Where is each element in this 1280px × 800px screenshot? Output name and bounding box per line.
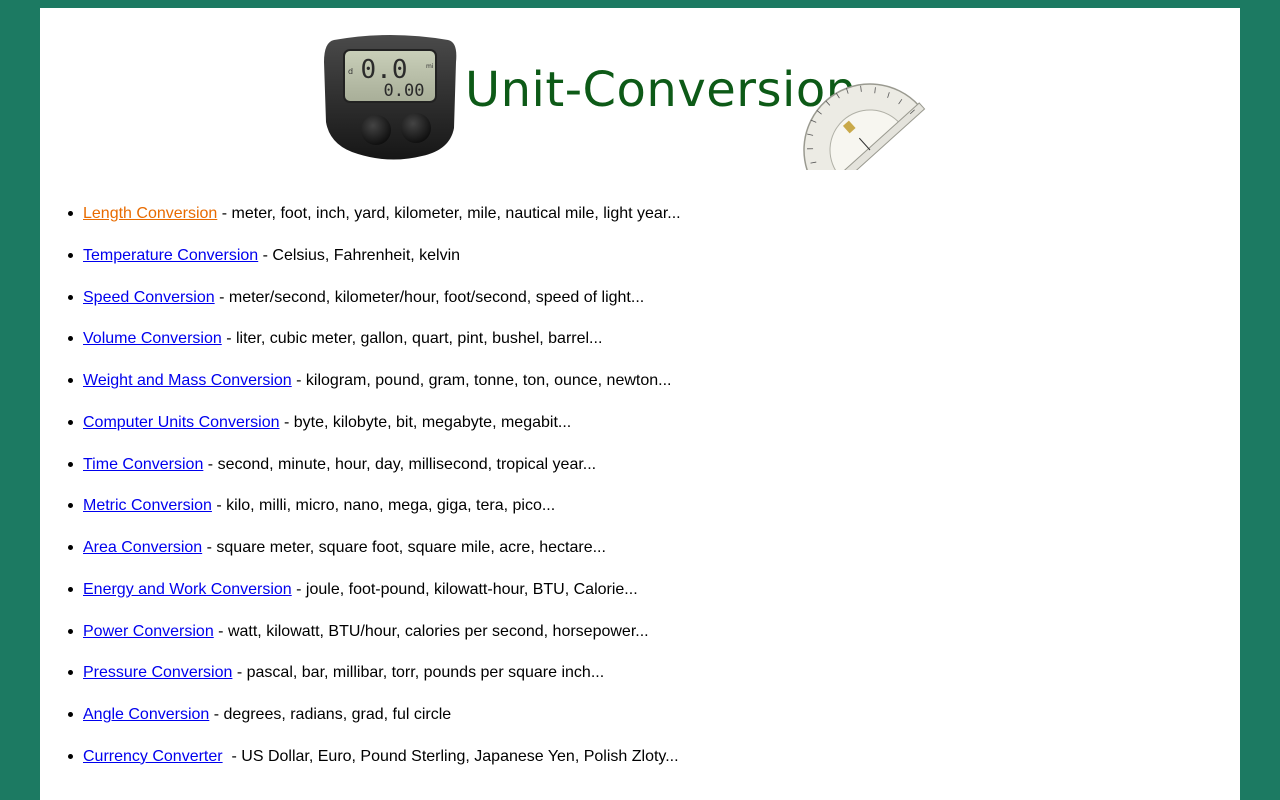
bullet-icon <box>68 670 73 676</box>
list-item: Volume Conversion - liter, cubic meter, … <box>68 323 1183 365</box>
list-item: Area Conversion - square meter, square f… <box>68 532 1183 574</box>
conversion-link[interactable]: Currency Converter <box>83 748 223 765</box>
list-item: Weight and Mass Conversion - kilogram, p… <box>68 365 1183 407</box>
list-item: Pressure Conversion - pascal, bar, milli… <box>68 657 1183 699</box>
bullet-icon <box>68 586 73 592</box>
site-title: Unit-Conversion <box>465 62 857 118</box>
conversion-link[interactable]: Length Conversion <box>83 205 217 222</box>
conversion-link[interactable]: Computer Units Conversion <box>83 414 280 431</box>
conversion-description: - US Dollar, Euro, Pound Sterling, Japan… <box>222 747 679 765</box>
conversion-description: - joule, foot-pound, kilowatt-hour, BTU,… <box>291 580 638 598</box>
conversion-description: - liter, cubic meter, gallon, quart, pin… <box>221 330 603 348</box>
conversion-description: - kilogram, pound, gram, tonne, ton, oun… <box>291 372 672 389</box>
conversion-link[interactable]: Energy and Work Conversion <box>83 581 292 598</box>
list-item: Energy and Work Conversion - joule, foot… <box>68 574 1183 616</box>
conversion-link[interactable]: Angle Conversion <box>83 706 209 723</box>
bullet-icon <box>68 252 73 258</box>
conversion-description: - Celsius, Fahrenheit, kelvin <box>258 246 461 264</box>
conversion-link[interactable]: Power Conversion <box>83 623 214 640</box>
list-item: Speed Conversion - meter/second, kilomet… <box>68 282 1183 324</box>
conversion-list: Length Conversion - meter, foot, inch, y… <box>40 198 1183 783</box>
conversion-link[interactable]: Time Conversion <box>83 456 203 473</box>
bullet-icon <box>68 753 73 759</box>
bullet-icon <box>68 294 73 300</box>
list-item: Currency Converter - US Dollar, Euro, Po… <box>68 741 1183 783</box>
bullet-icon <box>68 503 73 509</box>
odometer-image: 0.0 0.00 d mi <box>324 35 457 160</box>
bullet-icon <box>68 628 73 634</box>
list-item: Temperature Conversion - Celsius, Fahren… <box>68 240 1183 282</box>
conversion-link[interactable]: Pressure Conversion <box>83 664 232 681</box>
list-item: Angle Conversion - degrees, radians, gra… <box>68 699 1183 741</box>
list-item: Length Conversion - meter, foot, inch, y… <box>68 198 1183 240</box>
conversion-description: - meter/second, kilometer/hour, foot/sec… <box>214 288 645 306</box>
conversion-link[interactable]: Temperature Conversion <box>83 247 258 264</box>
conversion-link[interactable]: Metric Conversion <box>83 497 212 514</box>
conversion-link[interactable]: Volume Conversion <box>83 330 222 347</box>
conversion-description: - degrees, radians, grad, ful circle <box>209 706 452 723</box>
conversion-description: - meter, foot, inch, yard, kilometer, mi… <box>217 205 681 222</box>
bullet-icon <box>68 545 73 550</box>
list-item: Power Conversion - watt, kilowatt, BTU/h… <box>68 616 1183 658</box>
bullet-icon <box>68 419 73 425</box>
conversion-link[interactable]: Weight and Mass Conversion <box>83 372 292 389</box>
protractor-image <box>803 83 926 170</box>
bullet-icon <box>68 461 73 467</box>
list-item: Time Conversion - second, minute, hour, … <box>68 449 1183 491</box>
odometer-bottom-reading: 0.00 <box>384 81 425 101</box>
conversion-description: - kilo, milli, micro, nano, mega, giga, … <box>211 497 556 515</box>
conversion-description: - second, minute, hour, day, millisecond… <box>203 455 597 473</box>
page-content: 0.0 0.00 d mi Unit-Conversion Length Con… <box>40 8 1240 800</box>
bullet-icon <box>68 378 73 383</box>
list-item: Computer Units Conversion - byte, kiloby… <box>68 407 1183 449</box>
bullet-icon <box>68 712 73 717</box>
list-item: Metric Conversion - kilo, milli, micro, … <box>68 490 1183 532</box>
conversion-description: - square meter, square foot, square mile… <box>202 539 606 556</box>
conversion-link[interactable]: Area Conversion <box>83 539 202 556</box>
odometer-unit: mi <box>426 63 434 70</box>
bullet-icon <box>68 336 73 342</box>
conversion-link[interactable]: Speed Conversion <box>83 289 215 306</box>
odometer-mode-char: d <box>348 67 353 76</box>
site-header: 0.0 0.00 d mi Unit-Conversion <box>320 28 940 173</box>
conversion-description: - pascal, bar, millibar, torr, pounds pe… <box>232 664 605 682</box>
bullet-icon <box>68 211 73 216</box>
conversion-description: - watt, kilowatt, BTU/hour, calories per… <box>213 622 649 640</box>
conversion-description: - byte, kilobyte, bit, megabyte, megabit… <box>279 413 572 431</box>
